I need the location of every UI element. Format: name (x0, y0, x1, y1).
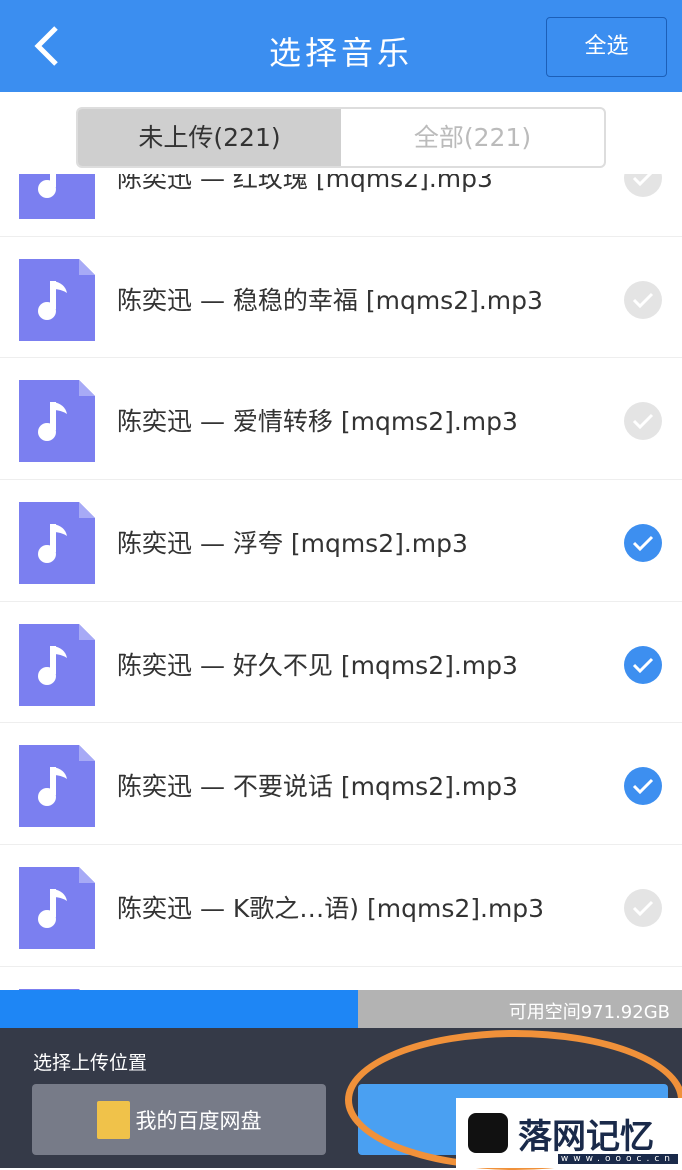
file-name: 陈奕迅 — 爱情转移 [mqms2].mp3 (117, 407, 518, 437)
tab-all[interactable]: 全部(221) (341, 109, 604, 166)
available-space: 可用空间971.92GB (508, 1002, 670, 1023)
file-row[interactable]: 陈奕迅 — 爱情转移 [mqms2].mp3 (0, 358, 682, 481)
watermark: 落网记忆 www.oooc.cn (456, 1098, 682, 1168)
music-file-icon (19, 745, 95, 828)
file-row[interactable]: 陈奕迅 — 浮夸 [mqms2].mp3 (0, 480, 682, 602)
select-checkbox[interactable] (624, 524, 662, 563)
file-list[interactable]: 陈奕迅 — 红玫瑰 [mqms2].mp3 陈奕迅 — 稳稳的幸福 [mqms2… (0, 174, 682, 990)
header: 选择音乐 全选 (0, 0, 682, 92)
music-file-icon (19, 258, 95, 341)
file-row[interactable]: 陈奕迅 — 红玫瑰 [mqms2].mp3 (0, 174, 682, 237)
music-file-icon (19, 623, 95, 706)
music-file-icon (19, 174, 95, 219)
file-row[interactable]: 陈奕迅 — 不要说话 [mqms2].mp3 (0, 723, 682, 846)
music-file-icon (19, 867, 95, 950)
storage-bar: 可用空间971.92GB (0, 990, 682, 1028)
select-checkbox[interactable] (624, 174, 662, 197)
check-icon (632, 292, 654, 308)
file-row[interactable] (0, 967, 682, 990)
file-name: 陈奕迅 — 好久不见 [mqms2].mp3 (117, 650, 518, 680)
select-all-button[interactable]: 全选 (546, 17, 667, 77)
storage-used-fill (0, 990, 359, 1028)
select-checkbox[interactable] (624, 280, 662, 319)
file-row[interactable]: 陈奕迅 — 好久不见 [mqms2].mp3 (0, 602, 682, 724)
upload-location-button[interactable]: 我的百度网盘 (32, 1084, 326, 1155)
file-row[interactable]: 陈奕迅 — 稳稳的幸福 [mqms2].mp3 (0, 237, 682, 359)
file-name: 陈奕迅 — K歌之…语) [mqms2].mp3 (117, 894, 545, 924)
folder-icon (96, 1100, 130, 1139)
select-checkbox[interactable] (624, 889, 662, 928)
watermark-url: www.oooc.cn (557, 1154, 678, 1164)
upload-location-label: 选择上传位置 (33, 1052, 148, 1074)
check-icon (632, 779, 654, 795)
watermark-logo-icon (468, 1113, 508, 1153)
tab-bar: 未上传(221) 全部(221) (0, 92, 682, 174)
location-name: 我的百度网盘 (135, 1108, 262, 1133)
tab-not-uploaded[interactable]: 未上传(221) (78, 109, 341, 166)
file-name: 陈奕迅 — 不要说话 [mqms2].mp3 (117, 772, 518, 802)
check-icon (632, 174, 653, 187)
music-file-icon (19, 502, 95, 585)
watermark-text: 落网记忆 (518, 1116, 654, 1157)
file-name: 陈奕迅 — 稳稳的幸福 [mqms2].mp3 (117, 285, 543, 315)
select-checkbox[interactable] (624, 645, 662, 684)
file-name: 陈奕迅 — 红玫瑰 [mqms2].mp3 (117, 174, 493, 193)
check-icon (632, 414, 654, 430)
check-icon (632, 536, 654, 552)
music-file-icon (19, 380, 95, 463)
check-icon (632, 657, 654, 673)
select-checkbox[interactable] (624, 767, 662, 806)
check-icon (632, 901, 654, 917)
file-row[interactable]: 陈奕迅 — K歌之…语) [mqms2].mp3 (0, 845, 682, 967)
select-checkbox[interactable] (624, 402, 662, 441)
file-name: 陈奕迅 — 浮夸 [mqms2].mp3 (117, 529, 468, 559)
